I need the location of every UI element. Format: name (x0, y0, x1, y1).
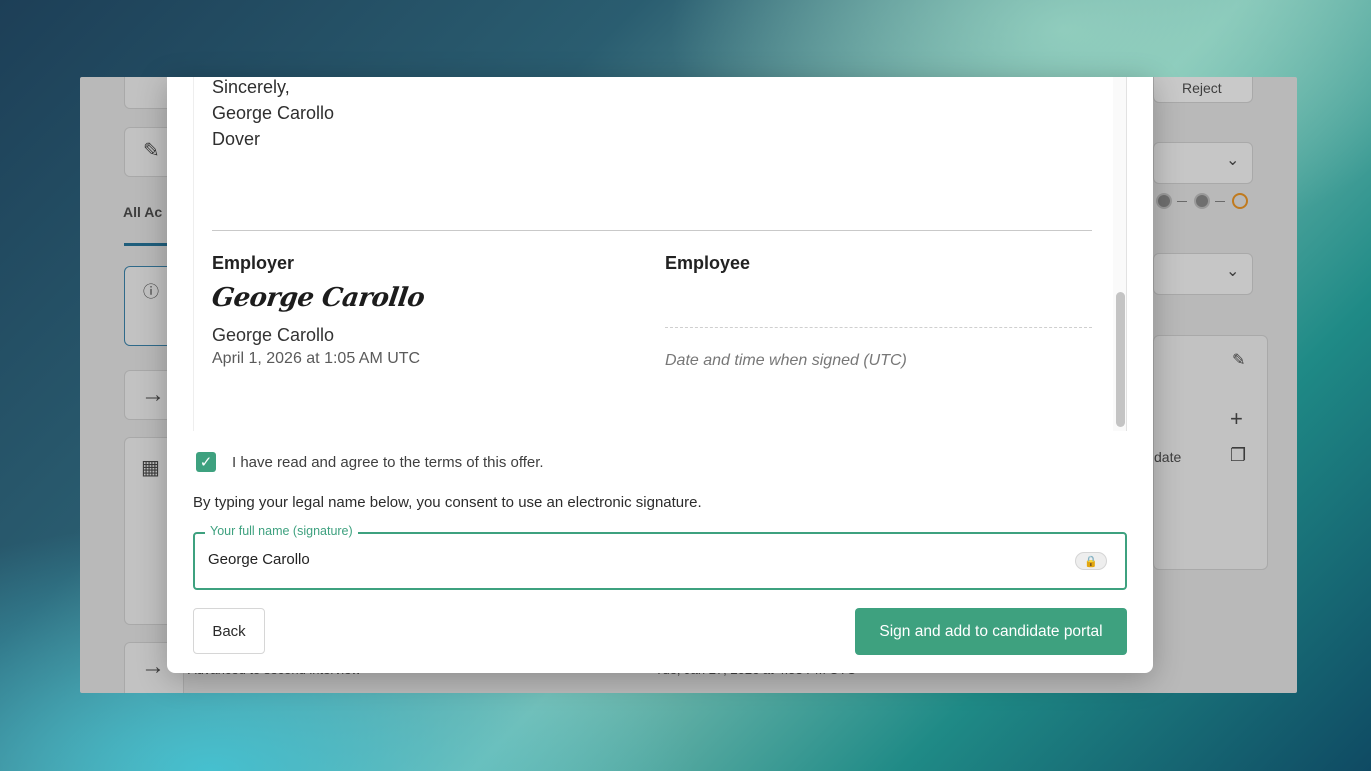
chevron-down-icon: ⌄ (1226, 152, 1240, 169)
employer-signed-date: April 1, 2026 at 1:05 AM UTC (212, 350, 421, 367)
arrow-right-icon: → (141, 653, 165, 680)
reject-label: Reject (1182, 80, 1222, 96)
calendar-icon: ▦ (141, 457, 160, 479)
document-scrollbar[interactable] (1113, 77, 1126, 431)
info-icon: ⓘ (143, 284, 160, 301)
stage-dash (1215, 201, 1225, 202)
chevron-down-icon: ⌄ (1226, 263, 1240, 280)
agree-terms-label[interactable]: I have read and agree to the terms of th… (232, 454, 544, 471)
employee-signature-line (665, 327, 1092, 328)
side-card: ✎ + date ❐ (1153, 335, 1268, 570)
stage-dot-2 (1194, 193, 1210, 209)
agree-terms-row[interactable]: ✓ I have read and agree to the terms of … (196, 452, 544, 472)
stage-dot-current (1232, 193, 1248, 209)
dropdown-2: ⌄ (1153, 253, 1253, 295)
employer-heading: Employer (212, 253, 295, 273)
sender-company: Dover (212, 129, 261, 149)
document-divider (212, 230, 1092, 231)
pencil-icon: ✎ (143, 140, 160, 162)
sender-name: George Carollo (212, 103, 335, 123)
back-button[interactable]: Back (193, 608, 265, 654)
employer-name: George Carollo (212, 325, 335, 345)
signature-field[interactable]: Your full name (signature) 🔒 (193, 524, 1127, 590)
offer-document-viewer[interactable]: Sincerely, George Carollo Dover Employer… (193, 77, 1127, 431)
copy-icon: ❐ (1230, 445, 1247, 465)
closing-line: Sincerely, (212, 77, 290, 97)
dropdown-1: ⌄ (1153, 142, 1253, 184)
employee-date-placeholder: Date and time when signed (UTC) (665, 352, 907, 369)
offer-signing-modal: Sincerely, George Carollo Dover Employer… (167, 77, 1153, 673)
plus-icon: + (1230, 406, 1243, 431)
pencil-icon: ✎ (1232, 352, 1246, 369)
stage-dash (1177, 201, 1187, 202)
sign-and-add-button[interactable]: Sign and add to candidate portal (855, 608, 1127, 655)
employer-signature: George Carollo (209, 283, 427, 313)
reject-button: Reject (1153, 77, 1253, 103)
stage-dot-1 (1156, 193, 1172, 209)
employee-heading: Employee (665, 253, 751, 273)
tab-underline (124, 243, 168, 246)
side-card-text-partial: date (1154, 449, 1182, 465)
checkmark-icon: ✓ (199, 454, 213, 471)
password-manager-lock-icon[interactable]: 🔒 (1075, 552, 1107, 570)
signature-input[interactable] (208, 551, 1058, 568)
arrow-right-icon: → (141, 381, 165, 408)
signature-field-label: Your full name (signature) (205, 524, 358, 538)
tab-all-activity: All Ac (123, 204, 163, 220)
e-signature-consent-text: By typing your legal name below, you con… (193, 494, 702, 511)
agree-terms-checkbox[interactable]: ✓ (196, 452, 216, 472)
document-scrollbar-thumb[interactable] (1116, 292, 1125, 427)
